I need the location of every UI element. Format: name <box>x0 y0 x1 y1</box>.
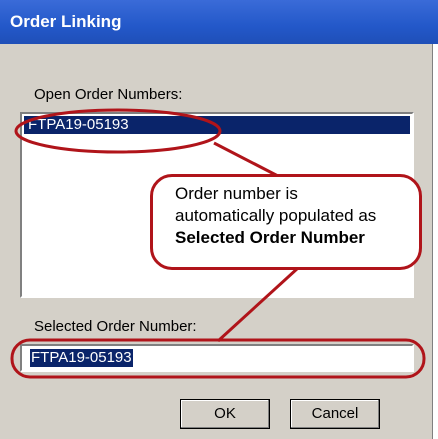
callout-line-1: Order number is <box>175 184 298 203</box>
annotation-callout: Order number is automatically populated … <box>150 174 422 270</box>
callout-pointer-top <box>213 141 279 178</box>
callout-line-3: Selected Order Number <box>175 227 419 249</box>
callout-line-2: automatically populated as <box>175 206 377 225</box>
open-order-highlight-ellipse <box>14 108 222 154</box>
selected-order-highlight-rect <box>10 338 426 379</box>
callout-bold-text: Selected Order Number <box>175 228 365 247</box>
callout-pointer-bottom <box>216 266 300 343</box>
